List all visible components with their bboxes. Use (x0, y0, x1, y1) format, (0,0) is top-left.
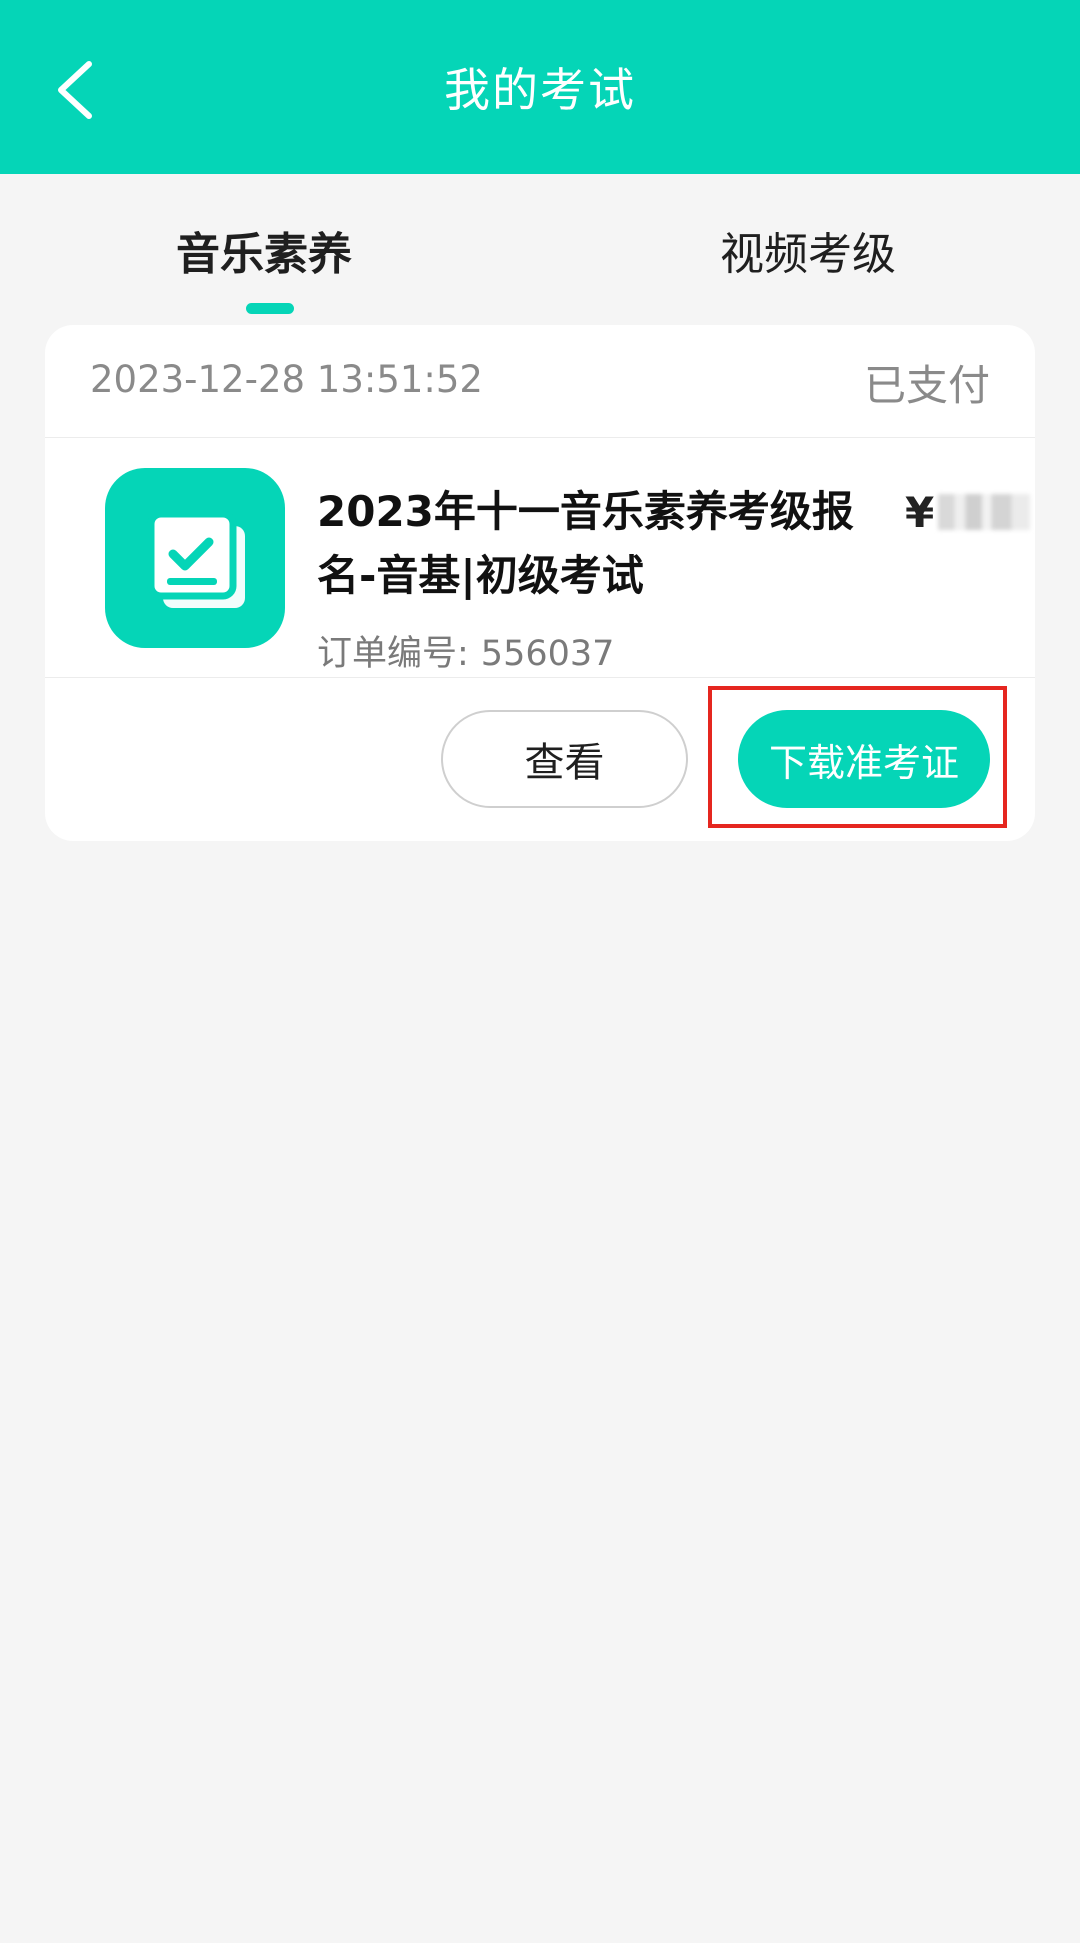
currency-symbol: ¥ (905, 487, 935, 537)
order-card: 2023-12-28 13:51:52 已支付 2023年十一音乐素养考级报名-… (45, 325, 1035, 841)
checklist-icon (105, 468, 285, 648)
download-admission-ticket-button[interactable]: 下载准考证 (738, 710, 990, 808)
chevron-left-icon (58, 61, 92, 119)
price-amount-redacted (938, 494, 1031, 530)
exam-title: 2023年十一音乐素养考级报名-音基|初级考试 (317, 487, 854, 600)
top-bar: 我的考试 (0, 0, 1080, 174)
back-button[interactable] (40, 45, 110, 135)
card-divider (45, 677, 1035, 678)
order-status: 已支付 (863, 361, 990, 410)
order-time: 2023-12-28 13:51:52 (90, 358, 483, 401)
order-number-label: 订单编号: (317, 634, 469, 674)
tab-music-literacy[interactable]: 音乐素养 (176, 218, 352, 282)
order-card-header: 2023-12-28 13:51:52 已支付 (45, 325, 1035, 438)
page-title: 我的考试 (444, 63, 636, 117)
tab-bar: 音乐素养 视频考级 (0, 174, 1080, 324)
order-number-value: 556037 (480, 634, 615, 674)
active-tab-indicator (246, 303, 294, 314)
price: ¥ (905, 487, 1031, 537)
tab-video-exam[interactable]: 视频考级 (720, 218, 896, 282)
view-button[interactable]: 查看 (441, 710, 688, 808)
order-number: 订单编号: 556037 (317, 625, 614, 676)
